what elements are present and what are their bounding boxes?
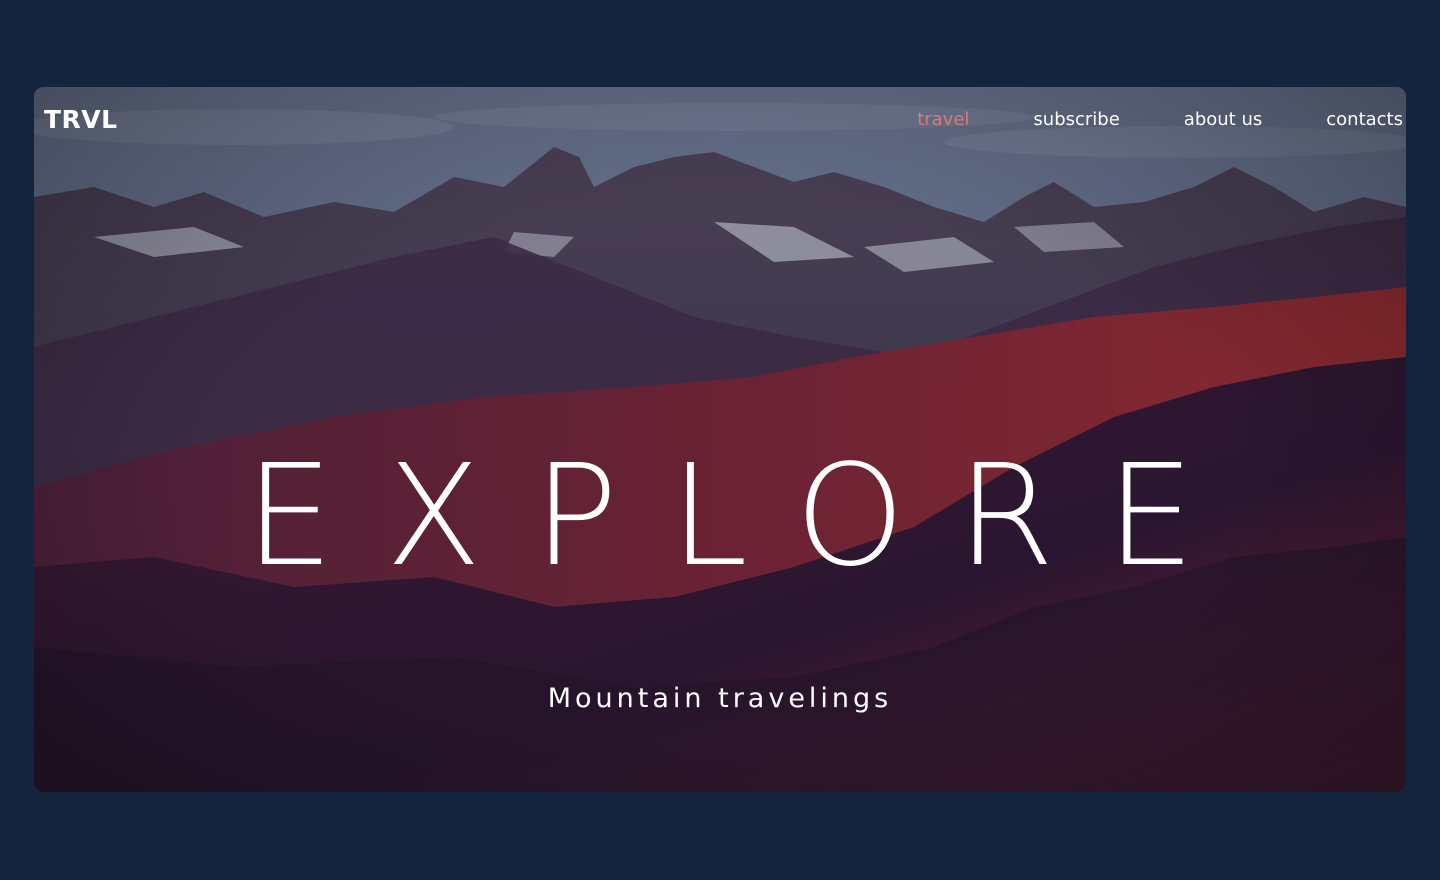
hero-headline: EXPLORE [245,435,1247,598]
nav-item-about-us[interactable]: about us [1184,109,1262,130]
nav-item-contacts[interactable]: contacts [1326,109,1403,130]
main-navigation: travel subscribe about us contacts [917,109,1403,130]
hero-banner: TRVL travel subscribe about us contacts … [34,87,1406,792]
nav-item-travel[interactable]: travel [917,109,969,130]
brand-logo[interactable]: TRVL [44,105,118,134]
hero-subtitle: Mountain travelings [547,683,893,714]
nav-item-subscribe[interactable]: subscribe [1033,109,1119,130]
